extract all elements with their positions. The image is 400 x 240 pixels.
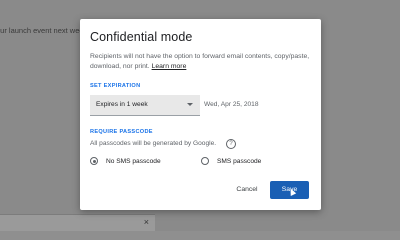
learn-more-link[interactable]: Learn more [152, 63, 187, 70]
no-sms-passcode-radio[interactable] [90, 157, 98, 165]
sms-passcode-radio[interactable] [201, 157, 209, 165]
description-text: Recipients will not have the option to f… [90, 53, 310, 70]
expiration-dropdown[interactable]: Expires in 1 week [90, 95, 200, 116]
background-email-snippet: our launch event next week. [0, 26, 90, 35]
background-snackbar: × [0, 214, 155, 231]
dialog-description: Recipients will not have the option to f… [90, 52, 312, 72]
snackbar-close-icon[interactable]: × [144, 217, 149, 227]
expiration-date: Wed, Apr 25, 2018 [204, 101, 259, 108]
passcode-description: All passcodes will be generated by Googl… [90, 140, 217, 147]
confidential-mode-dialog: Confidential mode Recipients will not ha… [80, 19, 321, 210]
sms-passcode-label[interactable]: SMS passcode [217, 158, 261, 165]
background-strip [0, 231, 400, 240]
expiration-selected-value: Expires in 1 week [96, 101, 148, 108]
dropdown-arrow-icon [187, 103, 193, 106]
no-sms-passcode-label[interactable]: No SMS passcode [106, 158, 161, 165]
help-icon[interactable]: ? [226, 139, 236, 149]
dialog-title: Confidential mode [90, 30, 193, 44]
set-expiration-label: SET EXPIRATION [90, 83, 141, 89]
cancel-button[interactable]: Cancel [230, 182, 264, 198]
require-passcode-label: REQUIRE PASSCODE [90, 129, 153, 135]
